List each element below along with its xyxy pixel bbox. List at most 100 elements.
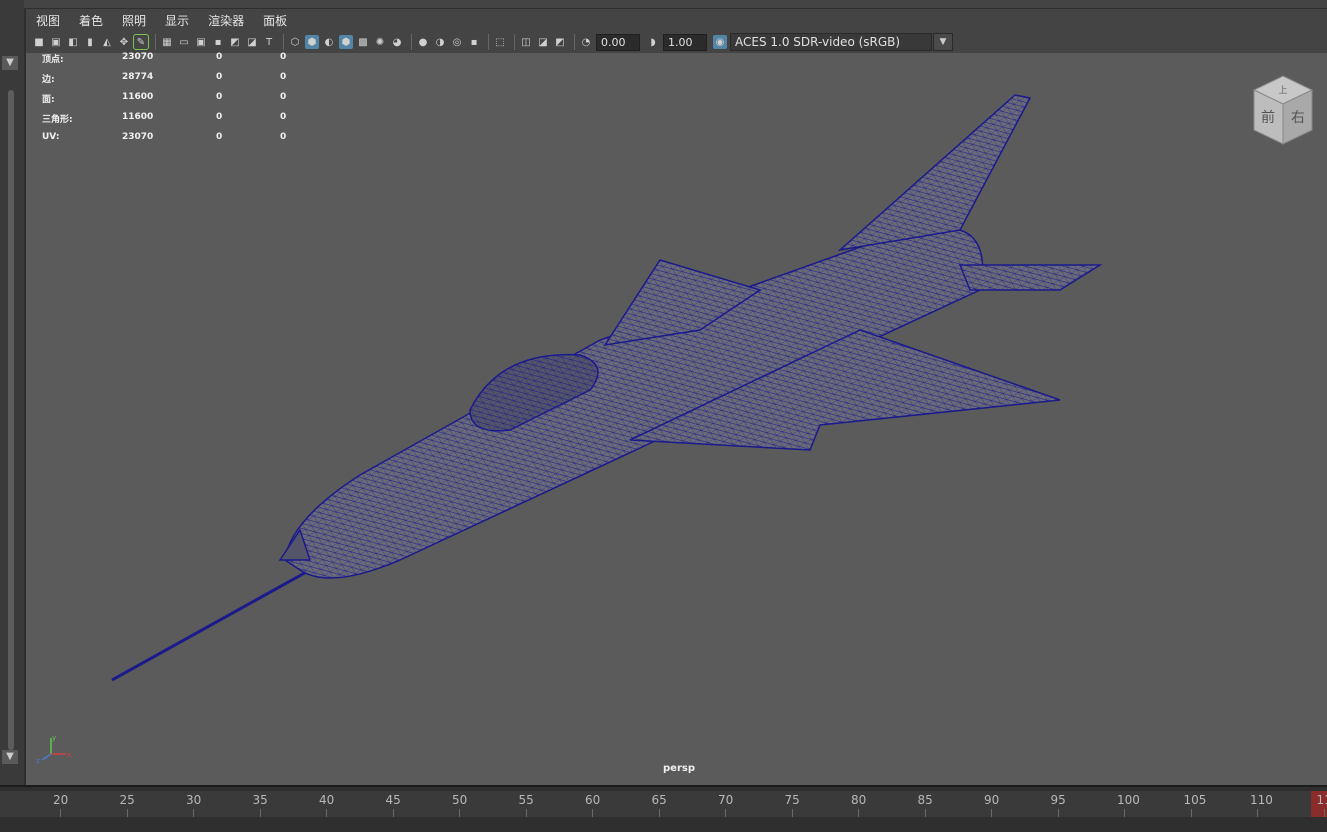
xray-components-icon[interactable]: ◩ (553, 35, 567, 49)
time-slider[interactable]: 2025303540455055606570758085909510010511… (0, 785, 1327, 832)
timeline-tick (1324, 809, 1325, 817)
gate-mask-icon[interactable]: ▪ (211, 35, 225, 49)
xray-icon[interactable]: ◫ (519, 35, 533, 49)
timeline-tick (991, 809, 992, 817)
bookmarks-icon[interactable]: ◧ (66, 35, 80, 49)
gamma-icon[interactable]: ◗ (646, 35, 660, 49)
safe-action-icon[interactable]: ◪ (245, 35, 259, 49)
timeline-tick-label: 55 (519, 793, 534, 807)
bookmark-icon[interactable]: ▮ (83, 35, 97, 49)
stat-row: 顶点: 23070 0 0 (42, 52, 302, 72)
pitot-probe (112, 570, 310, 680)
x-axis-label: x (67, 751, 71, 759)
stat-label: UV: (42, 132, 59, 142)
timeline-tick (260, 809, 261, 817)
wireframe-icon[interactable]: ⬡ (288, 35, 302, 49)
stat-label: 边: (42, 72, 55, 85)
toolbar-divider (574, 34, 575, 50)
xray-joints-icon[interactable]: ◪ (536, 35, 550, 49)
stabilizer-mesh (960, 265, 1100, 290)
shadows-icon[interactable]: ◕ (390, 35, 404, 49)
image-plane-icon[interactable]: ◭ (100, 35, 114, 49)
color-management-icon[interactable]: ◉ (713, 35, 727, 49)
timeline-tick-label: 35 (253, 793, 268, 807)
isolate-select-icon[interactable]: ⬚ (493, 35, 507, 49)
2d-pan-zoom-icon[interactable]: ✥ (117, 35, 131, 49)
depth-of-field-icon[interactable]: ▪ (467, 35, 481, 49)
menu-renderer[interactable]: 渲染器 (198, 12, 253, 29)
gamma-field[interactable]: 1.00 (663, 34, 707, 51)
motion-blur-icon[interactable]: ◑ (433, 35, 447, 49)
lights-icon[interactable]: ✺ (373, 35, 387, 49)
timeline-tick-label: 90 (984, 793, 999, 807)
grease-pencil-icon[interactable]: ✎ (134, 35, 148, 49)
z-axis-label: z (36, 757, 40, 764)
toolbar-divider (514, 34, 515, 50)
camera-select-icon[interactable]: ■ (32, 35, 46, 49)
toolbar-divider (155, 34, 156, 50)
stat-label: 面: (42, 92, 55, 105)
chevron-down-icon[interactable]: ▼ (933, 33, 953, 51)
y-axis-label: y (52, 734, 56, 742)
camera-attributes-icon[interactable]: ▣ (49, 35, 63, 49)
z-axis-line (42, 754, 51, 760)
timeline-tick-label: 60 (585, 793, 600, 807)
multisample-aa-icon[interactable]: ◎ (450, 35, 464, 49)
aircraft-wireframe-model[interactable] (100, 90, 1110, 690)
viewcube[interactable]: 上 前 右 (1252, 74, 1314, 146)
timeline-tick (127, 809, 128, 817)
toolbar-divider (411, 34, 412, 50)
timeline-tick (459, 809, 460, 817)
screen-space-ao-icon[interactable]: ● (416, 35, 430, 49)
stat-label: 三角形: (42, 112, 73, 125)
timeline-tick (1124, 809, 1125, 817)
color-space-value: ACES 1.0 SDR-video (sRGB) (735, 35, 900, 49)
stat-value: 0 (280, 72, 286, 82)
exposure-field[interactable]: 0.00 (596, 34, 640, 51)
safe-title-icon[interactable]: T (262, 35, 276, 49)
menu-panels[interactable]: 面板 (253, 12, 296, 29)
timeline-tick (725, 809, 726, 817)
grid-icon[interactable]: ▦ (160, 35, 174, 49)
menu-show[interactable]: 显示 (155, 12, 198, 29)
scroll-bottom-arrow-icon[interactable]: ▼ (2, 750, 18, 764)
scroll-down-arrow-icon[interactable]: ▼ (2, 56, 18, 70)
menu-lighting[interactable]: 照明 (112, 12, 155, 29)
viewcube-right-label: 右 (1291, 110, 1305, 126)
timeline-tick (1058, 809, 1059, 817)
tail-mesh (840, 95, 1030, 250)
timeline-tick-label: 30 (186, 793, 201, 807)
textured-icon[interactable]: ▩ (356, 35, 370, 49)
menu-view[interactable]: 视图 (26, 12, 69, 29)
toolbar-divider (488, 34, 489, 50)
timeline-tick-label: 25 (120, 793, 135, 807)
menu-shading[interactable]: 着色 (69, 12, 112, 29)
resolution-gate-icon[interactable]: ▣ (194, 35, 208, 49)
timeline-tick (393, 809, 394, 817)
stat-row: 边: 28774 0 0 (42, 72, 302, 92)
stat-value: 28774 (122, 72, 153, 82)
stat-value: 0 (280, 52, 286, 62)
field-chart-icon[interactable]: ◩ (228, 35, 242, 49)
color-space-select[interactable]: ACES 1.0 SDR-video (sRGB) ▼ (730, 33, 932, 51)
film-gate-icon[interactable]: ▭ (177, 35, 191, 49)
stat-value: 23070 (122, 52, 153, 62)
stat-value: 0 (216, 52, 222, 62)
timeline-tick-label: 85 (918, 793, 933, 807)
toolbar-divider (283, 34, 284, 50)
axis-gizmo: y x z (36, 734, 76, 764)
smooth-shade-icon[interactable]: ⬢ (305, 35, 319, 49)
timeline-tick-label: 65 (652, 793, 667, 807)
exposure-icon[interactable]: ◔ (579, 35, 593, 49)
timeline-tick (858, 809, 859, 817)
timeline-tick (60, 809, 61, 817)
timeline-tick (792, 809, 793, 817)
timeline-tick-label: 20 (53, 793, 68, 807)
left-scrollbar[interactable] (8, 90, 14, 750)
timeline-tick (925, 809, 926, 817)
timeline-tick-label: 95 (1051, 793, 1066, 807)
viewcube-front-label: 前 (1261, 109, 1275, 126)
wireframe-on-shaded-icon[interactable]: ⬢ (339, 35, 353, 49)
panel-toolbar: ■ ▣ ◧ ▮ ◭ ✥ ✎ ▦ ▭ ▣ ▪ ◩ ◪ T ⬡ ⬢ ◐ ⬢ ▩ ✺ … (26, 31, 1327, 53)
default-material-icon[interactable]: ◐ (322, 35, 336, 49)
